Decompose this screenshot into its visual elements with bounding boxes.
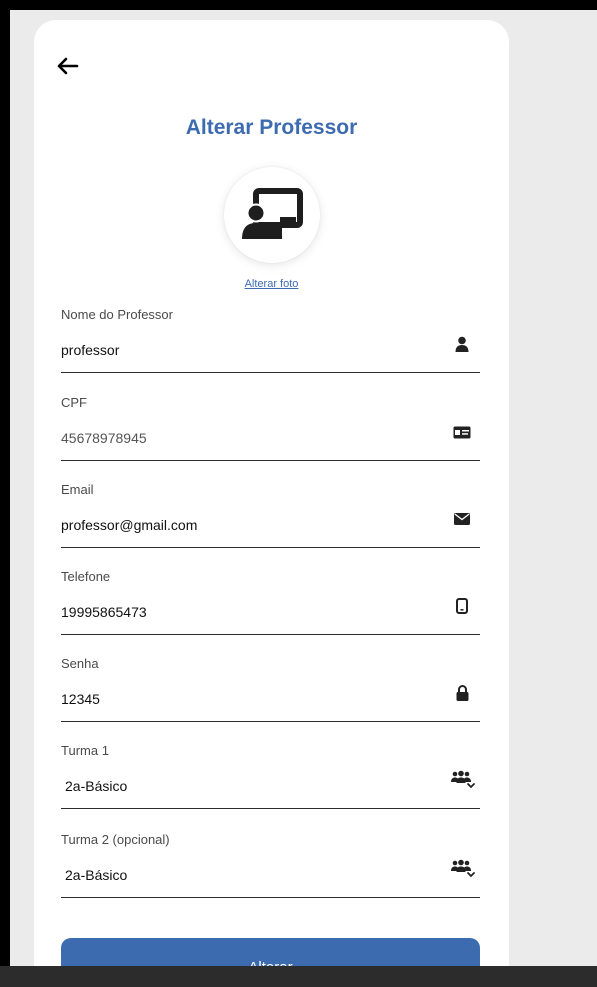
email-field[interactable]: Email professor@gmail.com bbox=[61, 482, 480, 548]
page-title: Alterar Professor bbox=[185, 116, 358, 139]
back-button[interactable] bbox=[56, 56, 80, 76]
change-photo-link[interactable]: Alterar foto bbox=[34, 278, 509, 290]
phone-label: Telefone bbox=[61, 569, 111, 584]
phone-value[interactable]: 19995865473 bbox=[61, 604, 147, 620]
class2-value[interactable]: 2a-Básico bbox=[65, 867, 127, 883]
email-label: Email bbox=[61, 482, 94, 497]
form-card: Alterar Professor Alterar foto Nome do P… bbox=[34, 20, 509, 976]
class2-label: Turma 2 (opcional) bbox=[61, 832, 170, 847]
lock-icon bbox=[452, 683, 472, 703]
mobile-icon bbox=[452, 596, 472, 616]
email-value[interactable]: professor@gmail.com bbox=[61, 517, 197, 533]
password-value[interactable]: 12345 bbox=[61, 691, 100, 707]
name-field[interactable]: Nome do Professor professor bbox=[61, 307, 480, 373]
teacher-board-icon bbox=[242, 188, 303, 239]
cpf-field[interactable]: CPF 45678978945 bbox=[61, 395, 480, 461]
cpf-label: CPF bbox=[61, 395, 87, 410]
password-label: Senha bbox=[61, 656, 99, 671]
users-dropdown-icon[interactable] bbox=[450, 770, 476, 790]
cpf-value[interactable]: 45678978945 bbox=[61, 430, 147, 446]
arrow-left-icon bbox=[57, 57, 79, 75]
envelope-icon bbox=[452, 509, 472, 529]
password-field[interactable]: Senha 12345 bbox=[61, 656, 480, 722]
bottom-bar bbox=[0, 966, 597, 987]
avatar[interactable] bbox=[224, 167, 320, 263]
app-viewport: Alterar Professor Alterar foto Nome do P… bbox=[10, 10, 597, 976]
class1-select[interactable]: Turma 1 2a-Básico bbox=[61, 743, 480, 809]
user-icon bbox=[452, 334, 472, 354]
class1-label: Turma 1 bbox=[61, 743, 109, 758]
class2-select[interactable]: Turma 2 (opcional) 2a-Básico bbox=[61, 832, 480, 898]
name-value[interactable]: professor bbox=[61, 342, 119, 358]
users-dropdown-icon[interactable] bbox=[450, 859, 476, 879]
id-card-icon bbox=[452, 422, 472, 442]
phone-field[interactable]: Telefone 19995865473 bbox=[61, 569, 480, 635]
name-label: Nome do Professor bbox=[61, 307, 173, 322]
class1-value[interactable]: 2a-Básico bbox=[65, 778, 127, 794]
